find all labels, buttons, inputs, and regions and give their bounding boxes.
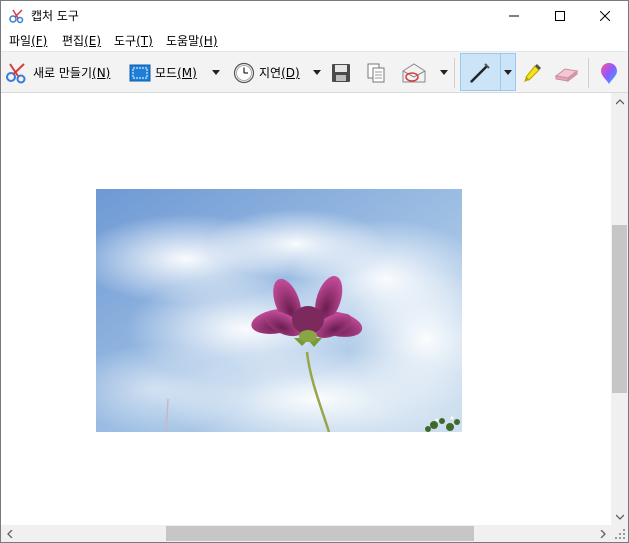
save-icon <box>332 63 350 82</box>
clock-icon <box>233 62 255 83</box>
menu-help-label: 도움말 <box>166 34 200 48</box>
toolbar: 새로 만들기(N) 모드(M) 지연(D) <box>1 51 628 93</box>
chevron-down-icon <box>440 70 448 75</box>
menu-tools-label: 도구 <box>114 34 137 48</box>
eraser-button[interactable] <box>553 52 579 93</box>
toolbar-separator <box>588 58 589 88</box>
pen-icon <box>470 62 490 83</box>
delay-button[interactable]: 지연(D) <box>233 52 300 93</box>
scroll-right-button[interactable] <box>594 525 611 542</box>
captured-snip-image <box>96 189 462 432</box>
chevron-down-icon <box>313 70 321 75</box>
snipping-tool-app-icon <box>9 9 24 24</box>
send-email-icon <box>402 62 426 82</box>
scroll-down-button[interactable] <box>611 508 628 525</box>
send-snip-button[interactable] <box>401 52 427 93</box>
menu-help-accel: (H) <box>199 34 218 48</box>
resize-grip[interactable] <box>611 525 628 542</box>
mode-rectangle-icon <box>129 64 151 81</box>
mode-dropdown-button[interactable] <box>212 52 220 93</box>
minimize-icon <box>509 15 519 17</box>
menu-file-label: 파일 <box>9 34 32 48</box>
menu-file[interactable]: 파일(F) <box>9 33 47 49</box>
menu-file-accel: (F) <box>31 34 48 48</box>
scroll-up-button[interactable] <box>611 93 628 110</box>
menu-edit-accel: (E) <box>84 34 102 48</box>
copy-icon <box>367 63 385 82</box>
minimize-button[interactable] <box>491 1 537 31</box>
chevron-up-icon <box>615 98 624 104</box>
menu-tools-accel: (T) <box>136 34 153 48</box>
save-snip-button[interactable] <box>331 52 351 93</box>
vertical-scroll-thumb[interactable] <box>612 225 627 393</box>
menu-tools[interactable]: 도구(T) <box>114 33 153 49</box>
scissors-icon <box>6 62 26 83</box>
delay-label: 지연(D) <box>259 66 300 80</box>
new-snip-button[interactable]: 새로 만들기(N) <box>5 52 110 93</box>
chevron-down-icon <box>504 70 512 75</box>
horizontal-scrollbar[interactable] <box>1 525 611 542</box>
resize-grip-icon <box>615 529 625 539</box>
menu-edit[interactable]: 편집(E) <box>62 33 101 49</box>
paint3d-icon <box>601 62 617 84</box>
pen-button[interactable] <box>467 52 493 93</box>
title-bar[interactable]: 캡처 도구 <box>1 1 628 31</box>
vertical-scrollbar[interactable] <box>611 93 628 525</box>
highlighter-button[interactable] <box>520 52 544 93</box>
mode-button[interactable]: 모드(M) <box>129 52 197 93</box>
chevron-left-icon <box>6 529 12 538</box>
window-title: 캡처 도구 <box>31 9 79 23</box>
close-button[interactable] <box>582 1 628 31</box>
edit-with-paint3d-button[interactable] <box>599 52 619 93</box>
highlighter-icon <box>524 63 541 82</box>
menu-bar: 파일(F) 편집(E) 도구(T) 도움말(H) <box>1 31 628 51</box>
chevron-right-icon <box>600 529 606 538</box>
chevron-down-icon <box>212 70 220 75</box>
maximize-button[interactable] <box>537 1 583 31</box>
snipping-tool-window: 캡처 도구 파일(F) 편집(E) 도구(T) 도움말(H) 새로 만들기(N)… <box>0 0 629 543</box>
scroll-left-button[interactable] <box>1 525 18 542</box>
copy-button[interactable] <box>365 52 387 93</box>
maximize-icon <box>555 11 565 21</box>
delay-dropdown-button[interactable] <box>313 52 321 93</box>
chevron-down-icon <box>615 514 624 520</box>
close-icon <box>600 11 610 21</box>
eraser-icon <box>554 67 579 82</box>
send-dropdown-button[interactable] <box>440 52 448 93</box>
pen-dropdown-button[interactable] <box>504 52 512 93</box>
menu-help[interactable]: 도움말(H) <box>166 33 218 49</box>
menu-edit-label: 편집 <box>62 34 85 48</box>
mode-label: 모드(M) <box>155 66 197 80</box>
toolbar-separator <box>454 58 455 88</box>
new-snip-label: 새로 만들기(N) <box>33 66 111 80</box>
pen-split-divider <box>500 54 501 90</box>
snip-canvas[interactable] <box>1 93 611 525</box>
horizontal-scroll-thumb[interactable] <box>166 526 474 541</box>
